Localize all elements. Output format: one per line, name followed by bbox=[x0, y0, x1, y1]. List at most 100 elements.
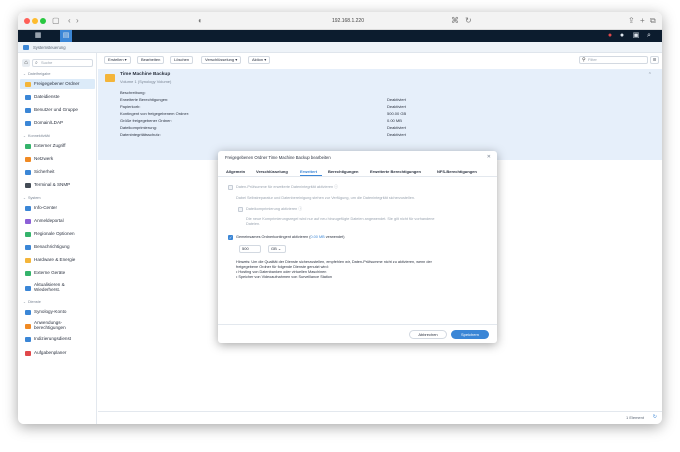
widgets-icon[interactable]: ▣ bbox=[630, 30, 642, 42]
sidebar-item-network[interactable]: Netzwerk bbox=[20, 154, 95, 164]
share-icon[interactable]: ⇪ bbox=[628, 15, 635, 27]
active-tab-indicator bbox=[300, 175, 322, 176]
delete-button[interactable]: Löschen bbox=[170, 56, 194, 64]
app-title-bar: Systemsteuerung bbox=[18, 42, 662, 53]
edit-shared-folder-dialog: Freigegebenen Ordner Time Machine Backup… bbox=[218, 151, 497, 343]
external-access-icon bbox=[25, 143, 31, 149]
section-services[interactable]: ⌄ Dienste bbox=[23, 300, 41, 304]
translate-icon[interactable]: ⌘ bbox=[451, 15, 459, 27]
app-title: Systemsteuerung bbox=[33, 45, 66, 50]
sidebar-item-file-services[interactable]: Dateidienste bbox=[20, 92, 95, 102]
notification-badge-icon[interactable]: ● bbox=[604, 30, 616, 42]
sidebar-item-app-permissions[interactable]: Anwendungs-berechtigungen bbox=[20, 320, 95, 332]
address-bar[interactable]: 192.168.1.220 bbox=[208, 15, 488, 27]
sidebar: ⌂ ⌕ Suche ⌄ Dateifreigabe Freigegebener O… bbox=[18, 53, 97, 424]
refresh-icon[interactable]: ↻ bbox=[653, 414, 657, 420]
search-placeholder: Suche bbox=[41, 60, 53, 65]
info-icon[interactable]: ⓘ bbox=[298, 207, 302, 211]
item-count: 1 Element bbox=[625, 415, 644, 420]
quota-size-input[interactable]: 500 bbox=[239, 245, 261, 253]
save-button[interactable]: Speichern bbox=[451, 330, 489, 339]
folder-icon bbox=[25, 81, 31, 87]
compression-label: Dateikomprimierung aktivieren ⓘ bbox=[246, 207, 303, 211]
tab-advanced-permissions[interactable]: Erweiterte Berechtigungen bbox=[370, 169, 421, 174]
tab-advanced[interactable]: Erweitert bbox=[300, 169, 317, 174]
globe-icon bbox=[25, 231, 31, 237]
main-menu-icon[interactable]: ▦ bbox=[32, 30, 44, 42]
dsm-taskbar: ▦ ▤ ● ● ▣ ⌕ bbox=[18, 30, 662, 42]
sidebar-item-domain[interactable]: Domain/LDAP bbox=[20, 118, 95, 128]
chevron-up-icon[interactable]: ⌃ bbox=[648, 72, 652, 78]
sidebar-item-login-portal[interactable]: Anmeldeportal bbox=[20, 216, 95, 226]
close-icon[interactable]: ✕ bbox=[487, 154, 491, 160]
minimize-window-icon[interactable] bbox=[32, 18, 38, 24]
compression-description-2: Dateien. bbox=[246, 222, 261, 226]
sidebar-item-shared-folder[interactable]: Freigegebener Ordner bbox=[20, 79, 95, 89]
network-icon bbox=[25, 156, 31, 162]
external-devices-icon bbox=[25, 270, 31, 276]
section-system[interactable]: ⌄ System bbox=[23, 196, 41, 200]
sidebar-item-synology-account[interactable]: Synology-Konto bbox=[20, 307, 95, 317]
sidebar-toggle-icon[interactable]: ▢ bbox=[52, 15, 60, 27]
user-icon[interactable]: ● bbox=[616, 30, 628, 42]
sidebar-item-notification[interactable]: Benachrichtigung bbox=[20, 242, 95, 252]
maximize-window-icon[interactable] bbox=[40, 18, 46, 24]
users-icon bbox=[25, 107, 31, 113]
sidebar-item-regional-options[interactable]: Regionale Optionen bbox=[20, 229, 95, 239]
filter-input[interactable]: ⚲ Filter bbox=[579, 56, 648, 64]
note-line-4: • Speicher von Videoaufnahmen von Survei… bbox=[236, 275, 333, 279]
reload-icon[interactable]: ↻ bbox=[465, 15, 472, 27]
tab-general[interactable]: Allgemein bbox=[226, 169, 245, 174]
create-button[interactable]: Erstellen ▾ bbox=[104, 56, 131, 64]
tab-encryption[interactable]: Verschlüsselung bbox=[256, 169, 288, 174]
search-input[interactable]: ⌕ Suche bbox=[32, 59, 93, 67]
detail-value: 500.00 GB bbox=[387, 111, 407, 116]
filter-placeholder: Filter bbox=[588, 57, 597, 62]
sidebar-item-external-access[interactable]: Externer Zugriff bbox=[20, 141, 95, 151]
detail-value: Deaktiviert bbox=[387, 132, 406, 137]
tab-overview-icon[interactable]: ⧉ bbox=[650, 15, 656, 27]
synology-account-icon bbox=[25, 309, 31, 315]
back-icon[interactable]: ‹ bbox=[68, 15, 71, 27]
compression-checkbox[interactable] bbox=[238, 207, 243, 212]
view-options-button[interactable]: ☰ bbox=[650, 56, 659, 64]
forward-icon[interactable]: › bbox=[76, 15, 79, 27]
sidebar-item-users[interactable]: Benutzer und Gruppe bbox=[20, 105, 95, 115]
chevron-down-icon: ⌄ bbox=[23, 300, 26, 304]
close-window-icon[interactable] bbox=[24, 18, 30, 24]
new-tab-icon[interactable]: + bbox=[640, 15, 645, 27]
sidebar-item-security[interactable]: Sicherheit bbox=[20, 167, 95, 177]
encryption-button[interactable]: Verschlüsselung ▾ bbox=[201, 56, 242, 64]
tab-permissions[interactable]: Berechtigungen bbox=[328, 169, 358, 174]
search-taskbar-icon[interactable]: ⌕ bbox=[643, 30, 655, 42]
tab-nfs-permissions[interactable]: NFS-Berechtigungen bbox=[437, 169, 477, 174]
detail-value: Deaktiviert bbox=[387, 104, 406, 109]
edit-button[interactable]: Bearbeiten bbox=[137, 56, 165, 64]
quota-used-link[interactable]: 0.00 MB bbox=[311, 235, 325, 239]
quota-unit-select[interactable]: GB ⌄ bbox=[268, 245, 286, 253]
quota-checkbox[interactable]: ✓ bbox=[228, 235, 233, 240]
browser-toolbar: ▢ ‹ › ◐ 192.168.1.220 ⌘ ↻ ⇪ + ⧉ bbox=[18, 12, 662, 30]
checksum-label: Daten-Prüfsumme für erweiterte Dateninte… bbox=[236, 185, 338, 189]
privacy-shield-icon[interactable]: ◐ bbox=[198, 15, 203, 27]
cancel-button[interactable]: Abbrechen bbox=[409, 330, 447, 339]
sidebar-item-indexing[interactable]: Indizierungsdienst bbox=[20, 334, 95, 344]
home-icon[interactable]: ⌂ bbox=[22, 59, 30, 67]
section-file-sharing[interactable]: ⌄ Dateifreigabe bbox=[23, 72, 51, 76]
notification-icon bbox=[25, 244, 31, 250]
sidebar-item-terminal[interactable]: Terminal & SNMP bbox=[20, 180, 95, 190]
checksum-checkbox[interactable] bbox=[228, 185, 233, 190]
sidebar-item-hardware[interactable]: Hardware & Energie bbox=[20, 255, 95, 265]
action-button[interactable]: Aktion ▾ bbox=[248, 56, 271, 64]
control-panel-icon bbox=[23, 45, 29, 50]
control-panel-taskbar-icon[interactable]: ▤ bbox=[60, 30, 72, 42]
sidebar-item-external-devices[interactable]: Externe Geräte bbox=[20, 268, 95, 278]
chevron-down-icon: ⌄ bbox=[277, 246, 282, 251]
sidebar-item-info-center[interactable]: Info-Center bbox=[20, 203, 95, 213]
info-icon[interactable]: ⓘ bbox=[334, 185, 338, 189]
section-connectivity[interactable]: ⌄ Konnektivität bbox=[23, 134, 50, 138]
folder-icon bbox=[105, 74, 115, 82]
sidebar-item-task-scheduler[interactable]: Aufgabenplaner bbox=[20, 348, 95, 358]
sidebar-item-update-restore[interactable]: Aktualisieren & Wiederherst. bbox=[20, 282, 95, 294]
shared-folder-row[interactable]: Time Machine Backup Volume 1 (Synology V… bbox=[98, 69, 662, 160]
